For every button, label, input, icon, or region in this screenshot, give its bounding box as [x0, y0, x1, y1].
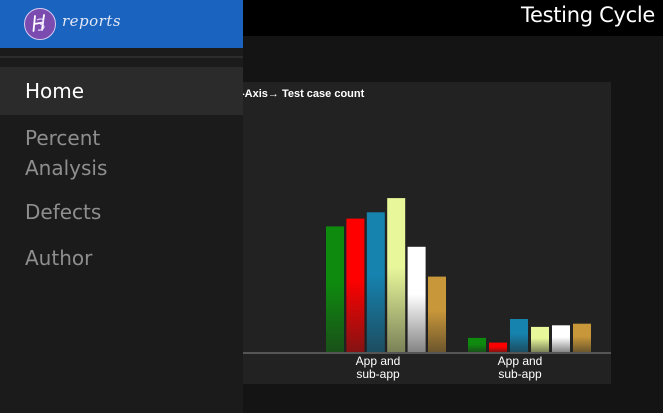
bar-1-5 [428, 276, 446, 352]
logo-monogram-icon [24, 8, 56, 40]
divider [0, 56, 243, 58]
bar-1-3 [387, 198, 406, 352]
sidebar-item-defects[interactable]: Defects [0, 189, 243, 235]
axis-title: -Axis→ Test case count [241, 88, 365, 100]
page-title: Testing Cycle [521, 3, 655, 27]
bar-2-2 [510, 319, 528, 352]
bar-2-0 [468, 337, 486, 352]
sidebar-item-label: Defects [25, 200, 102, 224]
bar-2-4 [552, 325, 570, 352]
brand-name: reports [62, 12, 122, 30]
bar-2-1 [489, 342, 507, 352]
sidebar: reports Home Percent Analysis Defects Au… [0, 0, 243, 413]
bar-1-4 [407, 246, 426, 352]
sidebar-item-label: Author [25, 246, 93, 270]
bar-1-1 [346, 218, 365, 352]
sidebar-item-home[interactable]: Home [0, 67, 243, 115]
bar-2-5 [573, 323, 591, 352]
bar-2-3 [531, 326, 549, 352]
sidebar-item-label: Percent Analysis [25, 126, 108, 180]
sidebar-item-label: Home [25, 79, 85, 103]
category-label-group: App and sub-app App and sub-app [356, 354, 543, 381]
sidebar-nav: Home Percent Analysis Defects Author [0, 67, 243, 281]
category-label: App and sub-app [498, 354, 543, 381]
category-label: App and sub-app [356, 354, 401, 381]
bar-1-2 [366, 212, 385, 352]
sidebar-item-author[interactable]: Author [0, 235, 243, 281]
brand-header[interactable]: reports [0, 0, 243, 48]
sidebar-item-percent-analysis[interactable]: Percent Analysis [0, 115, 150, 189]
bar-1-0 [326, 226, 344, 352]
